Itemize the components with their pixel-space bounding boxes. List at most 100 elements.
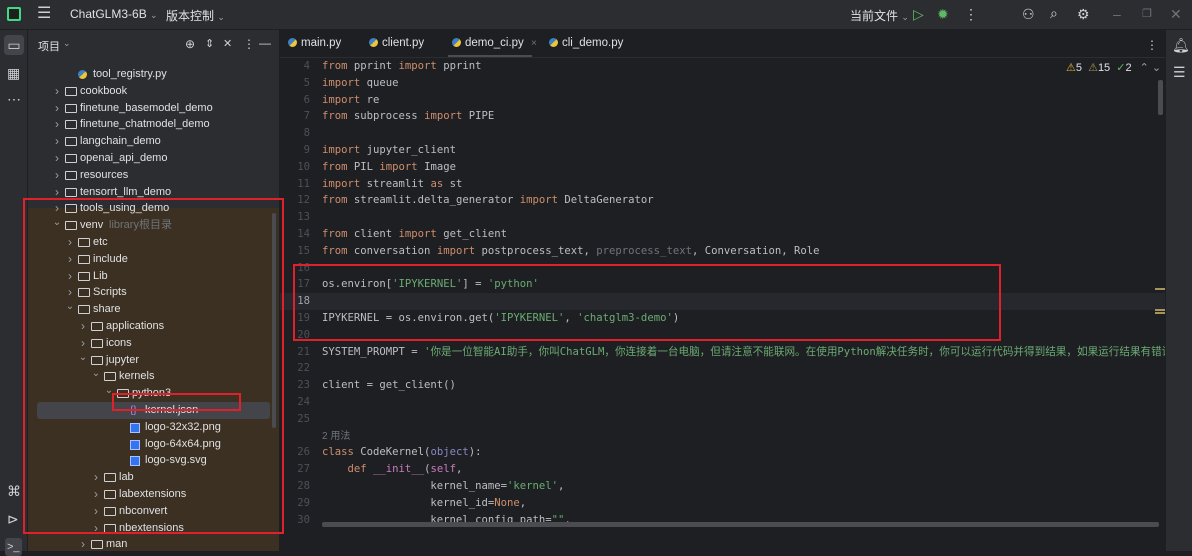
chevron-right-icon[interactable]: › bbox=[78, 536, 88, 551]
code-token: client = get_client() bbox=[322, 379, 456, 392]
folder-icon bbox=[91, 540, 103, 550]
code-token: subprocess bbox=[347, 110, 425, 123]
tree-item[interactable]: › man bbox=[28, 536, 279, 551]
collapse-all-icon[interactable]: ✕ bbox=[223, 37, 232, 51]
expand-all-icon[interactable]: ⇕ bbox=[205, 37, 214, 51]
tab-main-py[interactable]: main.py bbox=[288, 37, 341, 49]
tree-item[interactable]: › cookbook bbox=[28, 83, 279, 100]
folder-icon bbox=[65, 86, 77, 96]
search-icon[interactable]: ⌕ bbox=[1050, 6, 1058, 20]
code-line[interactable]: 10 from PIL import Image bbox=[280, 159, 1165, 176]
line-number: 28 bbox=[297, 480, 310, 492]
project-tool-icon[interactable]: ▭ bbox=[4, 35, 24, 55]
code-line[interactable]: 28 kernel_name='kernel', bbox=[280, 478, 1165, 495]
tree-item[interactable]: › finetune_basemodel_demo bbox=[28, 100, 279, 117]
main-menu-icon[interactable]: ☰ bbox=[37, 6, 51, 22]
vcs-menu[interactable]: 版本控制 ⌄ bbox=[166, 7, 225, 24]
locate-icon[interactable]: ⊕ bbox=[185, 37, 195, 51]
add-user-icon[interactable]: ⚇ bbox=[1022, 7, 1035, 21]
minimize-icon[interactable]: – bbox=[1113, 7, 1121, 21]
tab-demo-ci-py[interactable]: demo_ci.py × bbox=[452, 37, 537, 49]
chevron-right-icon[interactable]: › bbox=[52, 116, 62, 133]
terminal-icon[interactable]: >_ bbox=[5, 538, 22, 556]
code-token: self bbox=[430, 463, 456, 476]
python-console-icon[interactable]: ⌘ bbox=[7, 484, 21, 498]
code-token: import bbox=[519, 194, 559, 207]
code-line[interactable]: 24 bbox=[280, 394, 1165, 411]
code-line[interactable]: 29 kernel_id=None, bbox=[280, 495, 1165, 512]
code-token: kernel_name= bbox=[322, 480, 507, 492]
options-icon[interactable]: ⋮ bbox=[243, 37, 255, 51]
run-icon[interactable]: ▷ bbox=[913, 7, 924, 21]
code-text: import queue bbox=[322, 75, 399, 92]
code-token: preprocess_text bbox=[596, 244, 692, 257]
code-line[interactable]: 25 bbox=[280, 411, 1165, 428]
tree-item[interactable]: › finetune_chatmodel_demo bbox=[28, 116, 279, 133]
more-tools-icon[interactable]: ⋯ bbox=[7, 92, 21, 106]
project-selector[interactable]: ChatGLM3-6B ⌄ bbox=[70, 7, 158, 21]
code-token: import bbox=[322, 76, 361, 89]
folder-icon bbox=[65, 154, 77, 163]
code-line[interactable]: 2 用法 bbox=[280, 428, 1165, 445]
code-line[interactable]: 13 bbox=[280, 209, 1165, 226]
tab-options-icon[interactable]: ⋮ bbox=[1146, 38, 1158, 52]
vertical-scrollbar[interactable] bbox=[1158, 80, 1163, 115]
chevron-right-icon[interactable]: › bbox=[52, 100, 62, 117]
code-line[interactable]: 5 import queue bbox=[280, 75, 1165, 92]
hide-panel-icon[interactable]: — bbox=[259, 36, 271, 50]
code-line[interactable]: 22 bbox=[280, 360, 1165, 377]
tab-cli-demo-py[interactable]: cli_demo.py bbox=[549, 37, 623, 49]
tree-item[interactable]: › openai_api_demo bbox=[28, 150, 279, 167]
line-number: 29 bbox=[297, 496, 310, 509]
restore-icon[interactable]: ❐ bbox=[1142, 7, 1152, 21]
structure-icon[interactable]: ▦ bbox=[7, 66, 20, 80]
close-tab-icon[interactable]: × bbox=[531, 38, 537, 49]
close-window-icon[interactable]: ✕ bbox=[1170, 7, 1182, 21]
tab-client-py[interactable]: client.py bbox=[369, 37, 424, 49]
code-line[interactable]: 9 import jupyter_client bbox=[280, 142, 1165, 159]
code-line[interactable]: 14 from client import get_client bbox=[280, 226, 1165, 243]
horizontal-scrollbar[interactable] bbox=[322, 522, 1159, 527]
folder-icon bbox=[65, 137, 77, 147]
more-icon[interactable]: ⋮ bbox=[964, 7, 978, 21]
code-line[interactable]: 23 client = get_client() bbox=[280, 377, 1165, 394]
code-line[interactable]: 8 bbox=[280, 125, 1165, 142]
code-line[interactable]: 26 class CodeKernel(object): bbox=[280, 444, 1165, 461]
python-file-icon bbox=[549, 38, 558, 47]
project-panel-title[interactable]: 项目 bbox=[38, 38, 60, 54]
debug-icon[interactable]: ✹ bbox=[937, 7, 949, 21]
code-token: from bbox=[322, 110, 348, 123]
database-icon[interactable]: ☰ bbox=[1173, 65, 1186, 79]
code-line[interactable]: 11 import streamlit as st bbox=[280, 176, 1165, 193]
code-line[interactable]: 27 def __init__(self, bbox=[280, 461, 1165, 478]
services-icon[interactable]: ⊳ bbox=[7, 512, 19, 526]
code-line[interactable]: 21 SYSTEM_PROMPT = '你是一位智能AI助手，你叫ChatGLM，… bbox=[280, 344, 1192, 361]
tree-item[interactable]: › langchain_demo bbox=[28, 133, 279, 150]
chevron-right-icon[interactable]: › bbox=[52, 133, 62, 150]
tree-item[interactable]: › resources bbox=[28, 167, 279, 184]
run-config-selector[interactable]: 当前文件 ⌄ bbox=[850, 7, 909, 24]
chevron-right-icon[interactable]: › bbox=[52, 83, 62, 100]
code-line[interactable]: 6 import re bbox=[280, 92, 1165, 109]
line-number: 4 bbox=[303, 60, 310, 72]
python-file-icon bbox=[452, 38, 461, 47]
chevron-right-icon[interactable]: › bbox=[52, 150, 62, 167]
code-text: import streamlit as st bbox=[322, 176, 462, 193]
code-line[interactable]: 4 from pprint import pprint bbox=[280, 58, 1165, 75]
code-token: import bbox=[379, 160, 418, 173]
settings-icon[interactable]: ⚙ bbox=[1077, 7, 1090, 21]
code-text: import jupyter_client bbox=[322, 142, 456, 159]
code-token: , Conversation, Role bbox=[691, 244, 820, 257]
code-token: SYSTEM_PROMPT = bbox=[322, 345, 425, 358]
code-token: streamlit.delta_generator bbox=[347, 194, 520, 207]
chevron-right-icon[interactable]: › bbox=[52, 167, 62, 184]
tree-item[interactable]: tool_registry.py bbox=[28, 66, 279, 83]
code-line[interactable]: 7 from subprocess import PIPE bbox=[280, 108, 1165, 125]
code-line[interactable]: 12 from streamlit.delta_generator import … bbox=[280, 192, 1165, 209]
code-text: from subprocess import PIPE bbox=[322, 108, 494, 125]
code-line[interactable]: 15 from conversation import postprocess_t… bbox=[280, 243, 1165, 260]
folder-icon bbox=[65, 103, 77, 113]
notifications-icon[interactable]: 🔔︎ bbox=[1172, 38, 1190, 52]
code-token: from bbox=[322, 228, 348, 240]
code-text: from client import get_client bbox=[322, 226, 507, 243]
